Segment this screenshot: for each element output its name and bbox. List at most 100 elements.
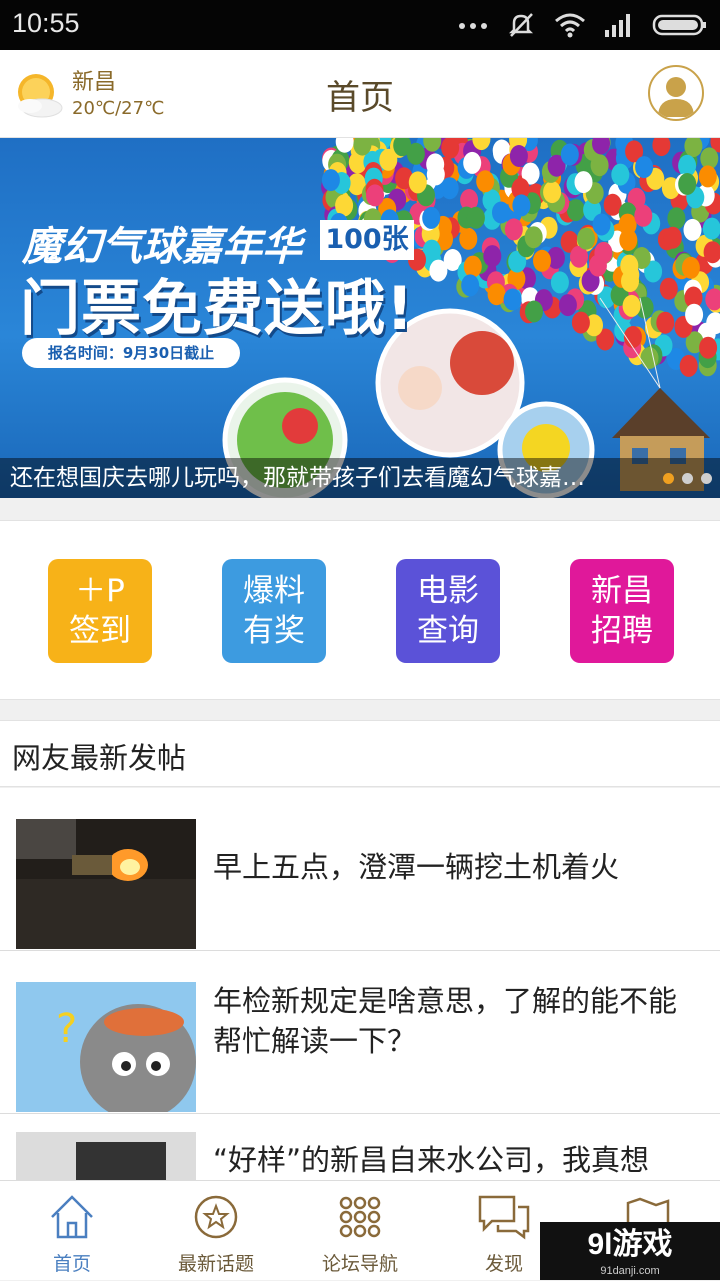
grid-icon bbox=[336, 1193, 384, 1241]
balloon-shape bbox=[322, 169, 340, 191]
balloon-shape bbox=[575, 171, 593, 193]
tab-label: 最新话题 bbox=[144, 1249, 288, 1276]
banner-deadline: 报名时间：9月30日截止 bbox=[22, 338, 240, 368]
balloon-shape bbox=[422, 207, 440, 229]
quick-action-line2: 有奖 bbox=[222, 611, 326, 651]
balloon-shape bbox=[551, 271, 569, 293]
balloon-shape bbox=[641, 347, 659, 369]
balloon-shape bbox=[525, 301, 543, 323]
promo-banner[interactable]: 魔幻气球嘉年华 100张 门票免费送哦! 报名时间：9月30日截止 还在想国庆去… bbox=[0, 138, 720, 498]
pagination-dot[interactable] bbox=[701, 473, 712, 484]
balloon-shape bbox=[510, 145, 528, 167]
quick-action-line1: 爆料 bbox=[222, 571, 326, 611]
balloon-shape bbox=[699, 165, 717, 187]
balloon-shape bbox=[589, 255, 607, 277]
quick-action-line1: ＋P bbox=[48, 571, 152, 611]
balloon-shape bbox=[680, 355, 698, 377]
quick-action-button[interactable]: 爆料有奖 bbox=[222, 559, 326, 663]
pagination-dot[interactable] bbox=[682, 473, 693, 484]
post-thumbnail bbox=[16, 1132, 196, 1180]
post-title: “好样”的新昌自来水公司，我真想 bbox=[213, 1140, 703, 1180]
section-header: 网友最新发帖 bbox=[0, 720, 720, 787]
balloon-shape bbox=[611, 164, 629, 186]
balloon-shape bbox=[667, 207, 685, 229]
post-list: 早上五点，澄潭一辆挖土机着火 ? 年检新规定是啥意思，了解的能不能帮忙解读一下？… bbox=[0, 788, 720, 1180]
app-header: 新昌 20℃/27℃ 首页 bbox=[0, 50, 720, 138]
page-title: 首页 bbox=[0, 70, 720, 119]
wifi-icon bbox=[554, 12, 586, 38]
banner-badge: 100张 bbox=[320, 220, 414, 260]
balloon-shape bbox=[703, 218, 720, 240]
balloon-shape bbox=[543, 181, 561, 203]
balloon-shape bbox=[505, 218, 523, 240]
tab-home[interactable]: 首页 bbox=[0, 1181, 144, 1281]
tab-latest-topics[interactable]: 最新话题 bbox=[144, 1181, 288, 1281]
balloon-shape bbox=[483, 245, 501, 267]
balloon-shape bbox=[572, 312, 590, 334]
banner-big-text: 门票免费送哦! bbox=[20, 260, 414, 347]
post-thumbnail: ? bbox=[16, 982, 196, 1112]
balloon-shape bbox=[441, 177, 459, 199]
balloon-shape bbox=[619, 229, 637, 251]
status-time: 10:55 bbox=[12, 8, 80, 39]
balloon-shape bbox=[684, 219, 702, 241]
balloon-shape bbox=[512, 194, 530, 216]
balloon-shape bbox=[685, 304, 703, 326]
balloon-shape bbox=[634, 205, 652, 227]
battery-icon bbox=[652, 13, 708, 37]
balloon-shape bbox=[504, 289, 522, 311]
mute-icon bbox=[506, 10, 536, 40]
balloon-shape bbox=[427, 163, 445, 185]
balloon-shape bbox=[461, 274, 479, 296]
quick-action-line2: 查询 bbox=[396, 611, 500, 651]
quick-action-line2: 招聘 bbox=[570, 611, 674, 651]
tab-label: 论坛导航 bbox=[288, 1249, 432, 1276]
balloon-shape bbox=[525, 226, 543, 248]
balloon-shape bbox=[664, 227, 682, 249]
balloon-shape bbox=[699, 337, 717, 359]
home-icon bbox=[48, 1193, 96, 1241]
balloon-shape bbox=[476, 170, 494, 192]
section-title: 网友最新发帖 bbox=[12, 735, 186, 777]
post-title: 早上五点，澄潭一辆挖土机着火 bbox=[213, 847, 703, 887]
quick-action-line1: 新昌 bbox=[570, 571, 674, 611]
balloon-shape bbox=[621, 270, 639, 292]
balloon-shape bbox=[623, 295, 641, 317]
banner-caption: 还在想国庆去哪儿玩吗，那就带孩子们去看魔幻气球嘉… bbox=[0, 458, 720, 498]
quick-action-line1: 电影 bbox=[396, 571, 500, 611]
quick-actions: ＋P签到爆料有奖电影查询新昌招聘 bbox=[0, 520, 720, 700]
svg-text:?: ? bbox=[56, 1006, 77, 1052]
balloon-shape bbox=[409, 171, 427, 193]
quick-action-button[interactable]: 电影查询 bbox=[396, 559, 500, 663]
quick-action-button[interactable]: ＋P签到 bbox=[48, 559, 152, 663]
balloon-shape bbox=[577, 228, 595, 250]
watermark-url: 91danji.com bbox=[540, 1265, 720, 1277]
balloon-shape bbox=[652, 138, 670, 156]
pagination-dot[interactable] bbox=[663, 473, 674, 484]
balloon-shape bbox=[429, 260, 447, 282]
balloon-shape bbox=[379, 149, 397, 171]
balloon-shape bbox=[561, 144, 579, 166]
tab-forum-nav[interactable]: 论坛导航 bbox=[288, 1181, 432, 1281]
banner-pagination bbox=[663, 473, 712, 484]
balloon-shape bbox=[567, 199, 585, 221]
balloon-shape bbox=[593, 214, 611, 236]
post-item[interactable]: “好样”的新昌自来水公司，我真想 bbox=[0, 1114, 720, 1180]
post-item[interactable]: 早上五点，澄潭一辆挖土机着火 bbox=[0, 788, 720, 951]
balloon-shape bbox=[488, 283, 506, 305]
user-avatar-icon[interactable] bbox=[648, 65, 704, 121]
chat-icon bbox=[476, 1193, 532, 1241]
balloon-shape bbox=[656, 312, 674, 334]
post-item[interactable]: ? 年检新规定是啥意思，了解的能不能帮忙解读一下？ bbox=[0, 951, 720, 1114]
balloon-shape bbox=[635, 156, 653, 178]
balloon-shape bbox=[559, 294, 577, 316]
star-icon bbox=[192, 1193, 240, 1241]
status-bar: 10:55 bbox=[0, 0, 720, 50]
quick-action-button[interactable]: 新昌招聘 bbox=[570, 559, 674, 663]
balloon-shape bbox=[682, 257, 700, 279]
more-dots-icon bbox=[458, 20, 488, 30]
quick-action-line2: 签到 bbox=[48, 611, 152, 651]
balloon-shape bbox=[467, 207, 485, 229]
site-watermark: 9l游戏 91danji.com bbox=[540, 1222, 720, 1280]
watermark-logo: 9l游戏 bbox=[587, 1228, 672, 1261]
